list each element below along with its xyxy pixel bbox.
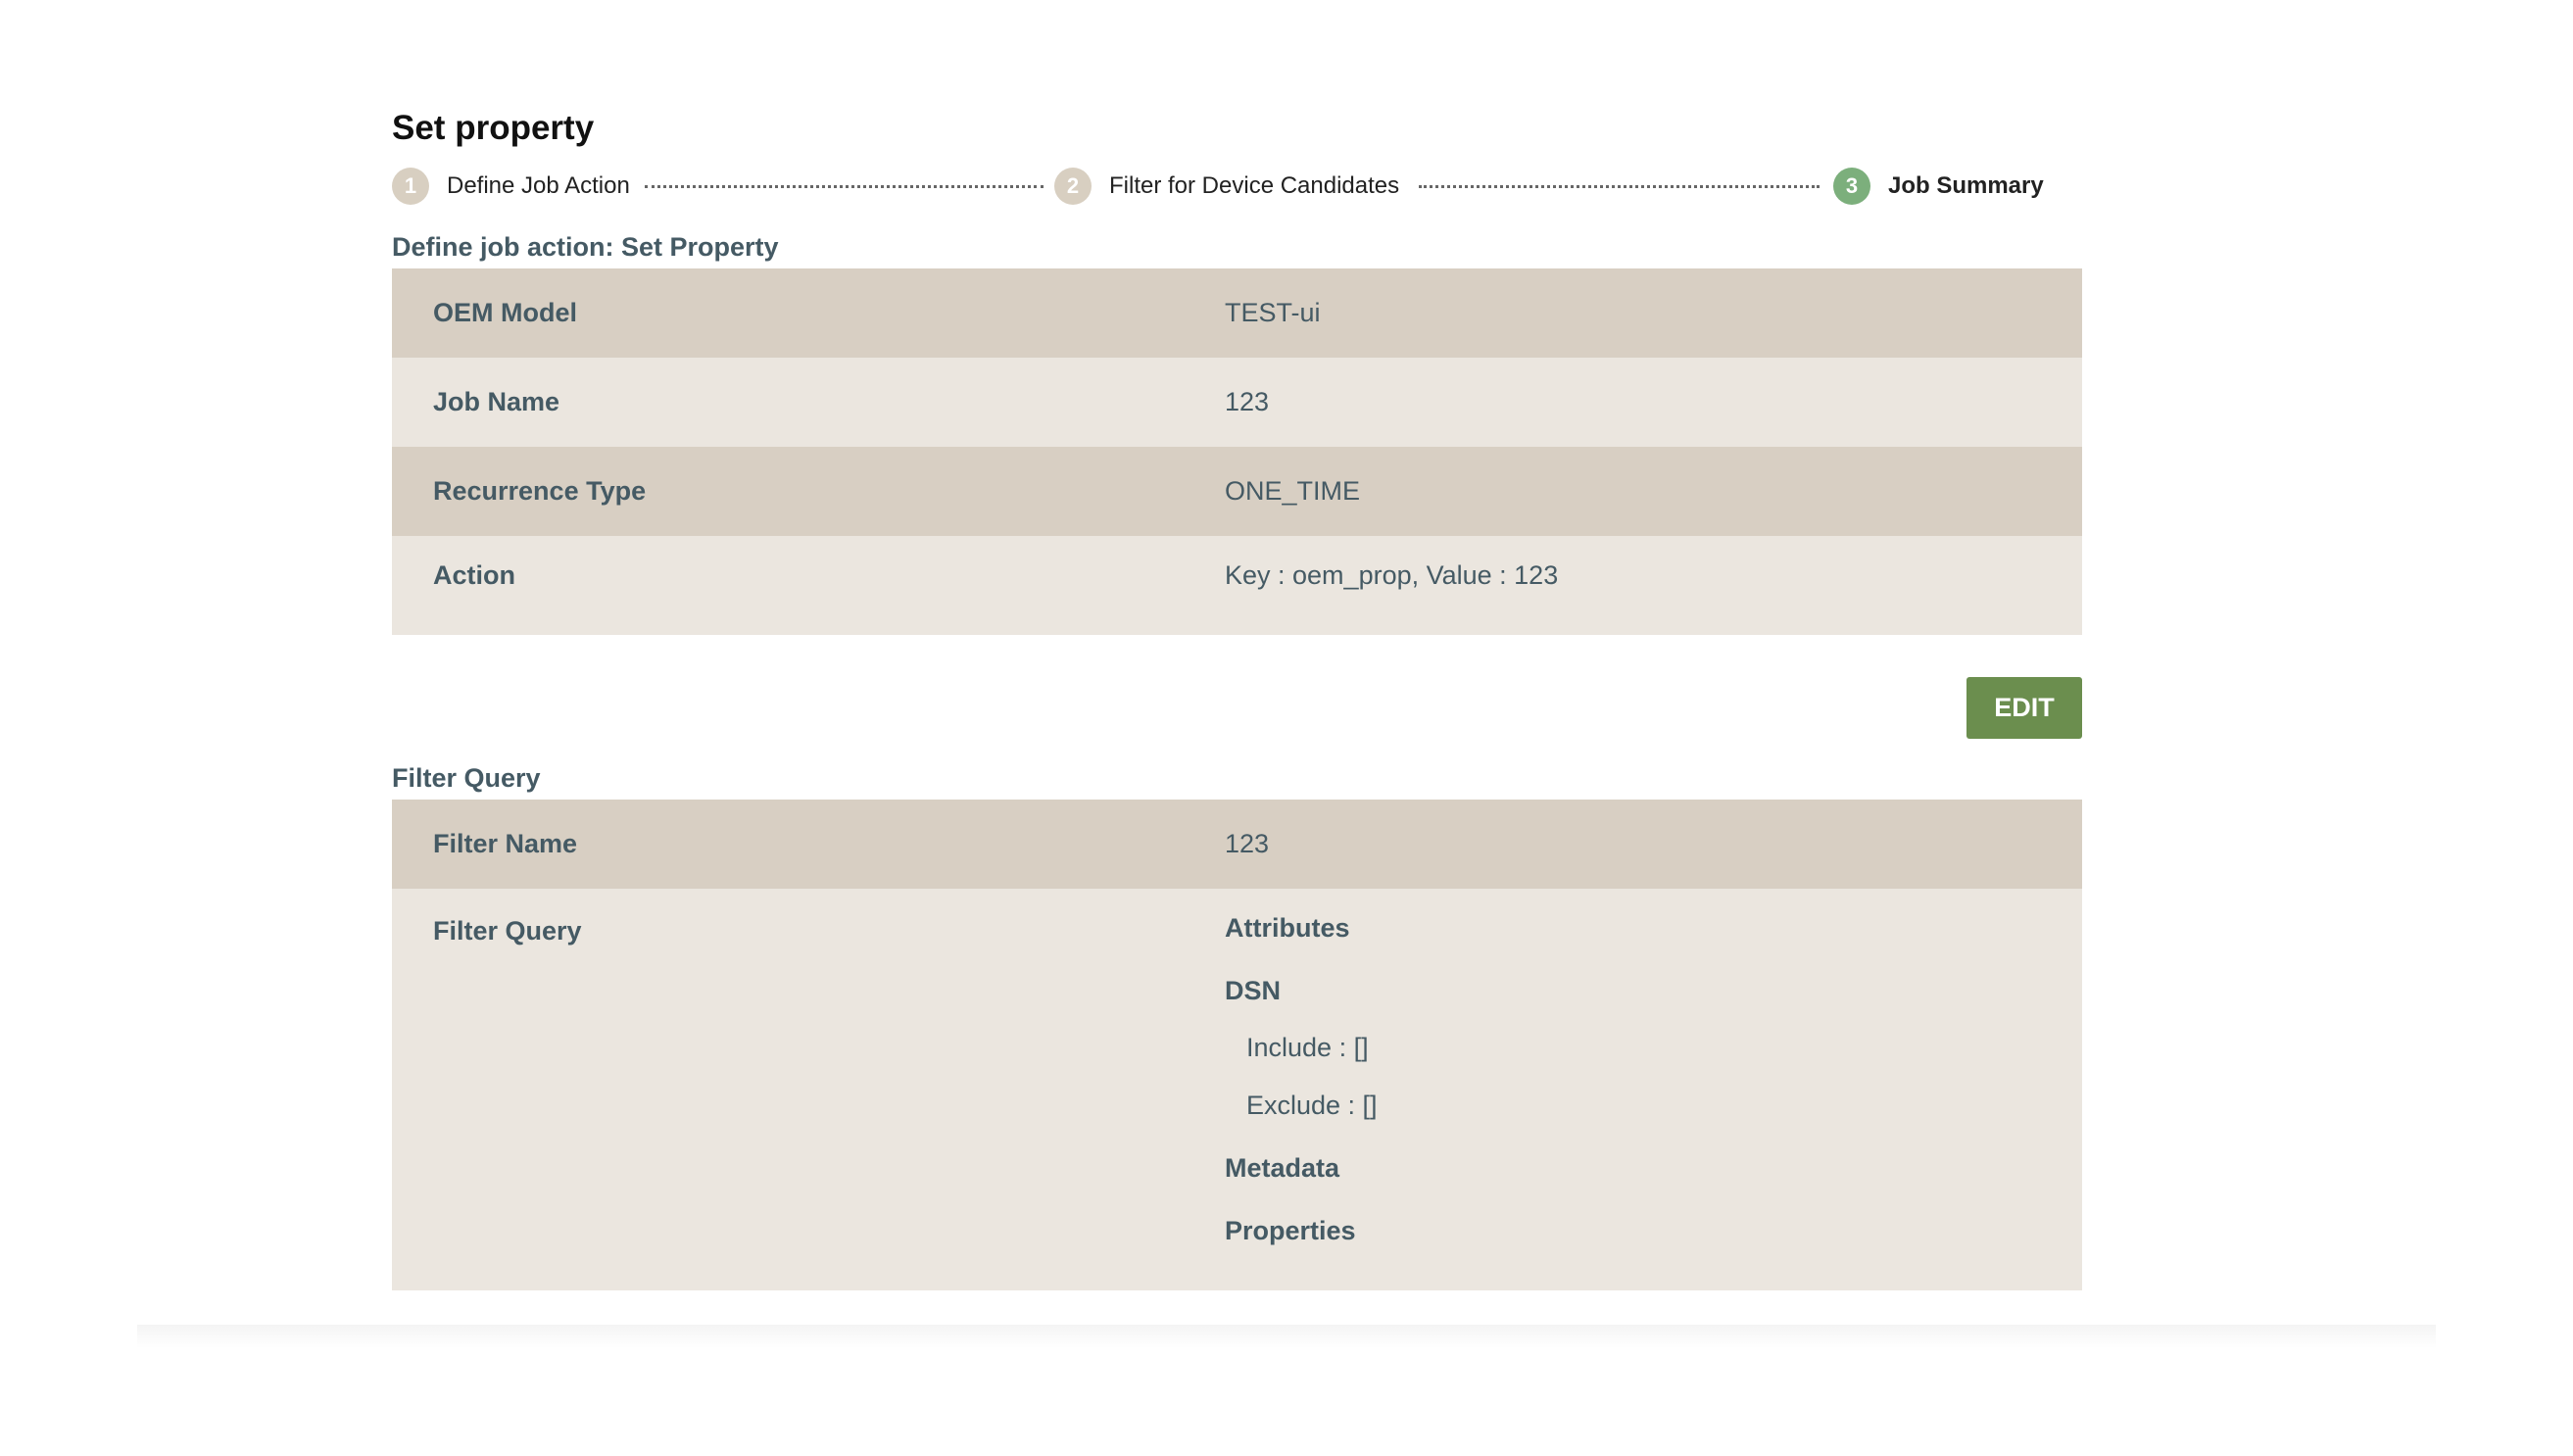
page-title: Set property [392, 109, 595, 147]
step-number-1: 1 [392, 168, 429, 205]
table-row: Filter Query Attributes DSN Include : []… [392, 889, 2082, 1290]
step-filter-device-candidates[interactable]: 2 Filter for Device Candidates [1054, 163, 1399, 210]
step-connector-1 [645, 185, 1044, 188]
job-action-table: OEM Model TEST-ui Job Name 123 Recurrenc… [392, 268, 2082, 635]
row-value: Key : oem_prop, Value : 123 [1225, 559, 1559, 590]
table-row: Job Name 123 [392, 358, 2082, 447]
filter-query-key: Filter Query [433, 916, 582, 946]
table-row: OEM Model TEST-ui [392, 268, 2082, 358]
step-number-3: 3 [1833, 168, 1870, 205]
filter-query-section-title: Filter Query [392, 763, 541, 793]
filter-name-value: 123 [1225, 829, 1270, 858]
row-value: 123 [1225, 387, 1270, 416]
row-key: Job Name [433, 387, 560, 416]
table-row: Recurrence Type ONE_TIME [392, 447, 2082, 536]
edit-button-row: EDIT [392, 677, 2082, 739]
row-value: TEST-ui [1225, 298, 1321, 327]
row-key: Recurrence Type [433, 476, 647, 506]
stepper: 1 Define Job Action 2 Filter for Device … [392, 163, 2082, 210]
step-number-2: 2 [1054, 168, 1092, 205]
dsn-label: DSN [1225, 976, 1282, 1005]
filter-query-table: Filter Name 123 Filter Query Attributes … [392, 800, 2082, 1290]
row-key: Action [433, 559, 515, 590]
table-row: Filter Name 123 [392, 800, 2082, 889]
footer-shadow [137, 1325, 2436, 1348]
edit-button[interactable]: EDIT [1966, 677, 2082, 739]
step-label-filter-device-candidates: Filter for Device Candidates [1109, 172, 1400, 199]
row-value: ONE_TIME [1225, 476, 1361, 506]
step-connector-2 [1419, 185, 1820, 188]
exclude-text: Exclude : [] [1246, 1091, 1378, 1120]
attributes-label: Attributes [1225, 913, 1350, 943]
job-action-section-title: Define job action: Set Property [392, 232, 779, 262]
step-define-job-action[interactable]: 1 Define Job Action [392, 163, 630, 210]
step-label-define-job-action: Define Job Action [447, 172, 630, 199]
include-text: Include : [] [1246, 1033, 1369, 1062]
step-job-summary[interactable]: 3 Job Summary [1833, 163, 2044, 210]
filter-name-key: Filter Name [433, 829, 578, 858]
properties-label: Properties [1225, 1216, 1356, 1245]
table-row: Action Key : oem_prop, Value : 123 [392, 536, 2082, 635]
metadata-label: Metadata [1225, 1153, 1340, 1183]
job-summary-page: Set property 1 Define Job Action 2 Filte… [392, 104, 2082, 1290]
filter-query-value: Attributes DSN Include : [] Exclude : []… [1225, 889, 2082, 1270]
row-key: OEM Model [433, 298, 577, 327]
step-label-job-summary: Job Summary [1888, 172, 2044, 199]
